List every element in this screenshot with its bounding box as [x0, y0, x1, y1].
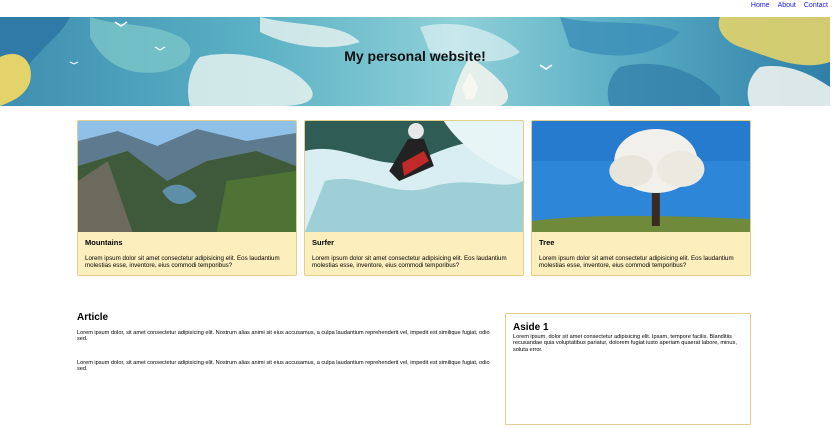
article-heading: Article [77, 312, 109, 323]
mountains-photo [78, 121, 296, 232]
card-mountains: Mountains Lorem ipsum dolor sit amet con… [77, 120, 297, 276]
site-title: My personal website! [344, 48, 486, 64]
article-paragraph: Lorem ipsum dolor, sit amet consectetur … [77, 330, 490, 343]
card-tree: Tree Lorem ipsum dolor sit amet consecte… [531, 120, 751, 276]
article-paragraph: Lorem ipsum dolor, sit amet consectetur … [77, 359, 490, 373]
nav-link-about[interactable]: About [778, 2, 796, 9]
card-surfer: Surfer Lorem ipsum dolor sit amet consec… [304, 120, 524, 276]
card-title: Surfer [312, 238, 335, 247]
top-nav: Home About Contact [751, 2, 828, 9]
nav-link-home[interactable]: Home [751, 2, 770, 9]
header-banner: My personal website! [0, 17, 830, 106]
card-title: Mountains [85, 238, 123, 247]
card-title: Tree [539, 238, 555, 247]
article-section: Article Lorem ipsum dolor, sit amet cons… [77, 312, 501, 390]
aside-panel: Aside 1 Lorem ipsum, dolor sit amet cons… [505, 313, 751, 425]
aside-text: Lorem ipsum, dolor sit amet consectetur … [513, 334, 737, 353]
aside-heading: Aside 1 [513, 322, 549, 333]
card-text: Lorem ipsum dolor sit amet consectetur a… [539, 255, 734, 269]
nav-link-contact[interactable]: Contact [804, 2, 828, 9]
surfer-photo [305, 121, 523, 232]
card-text: Lorem ipsum dolor sit amet consectetur a… [312, 255, 507, 269]
card-text: Lorem ipsum dolor sit amet consectetur a… [85, 255, 280, 269]
tree-photo [532, 121, 750, 232]
